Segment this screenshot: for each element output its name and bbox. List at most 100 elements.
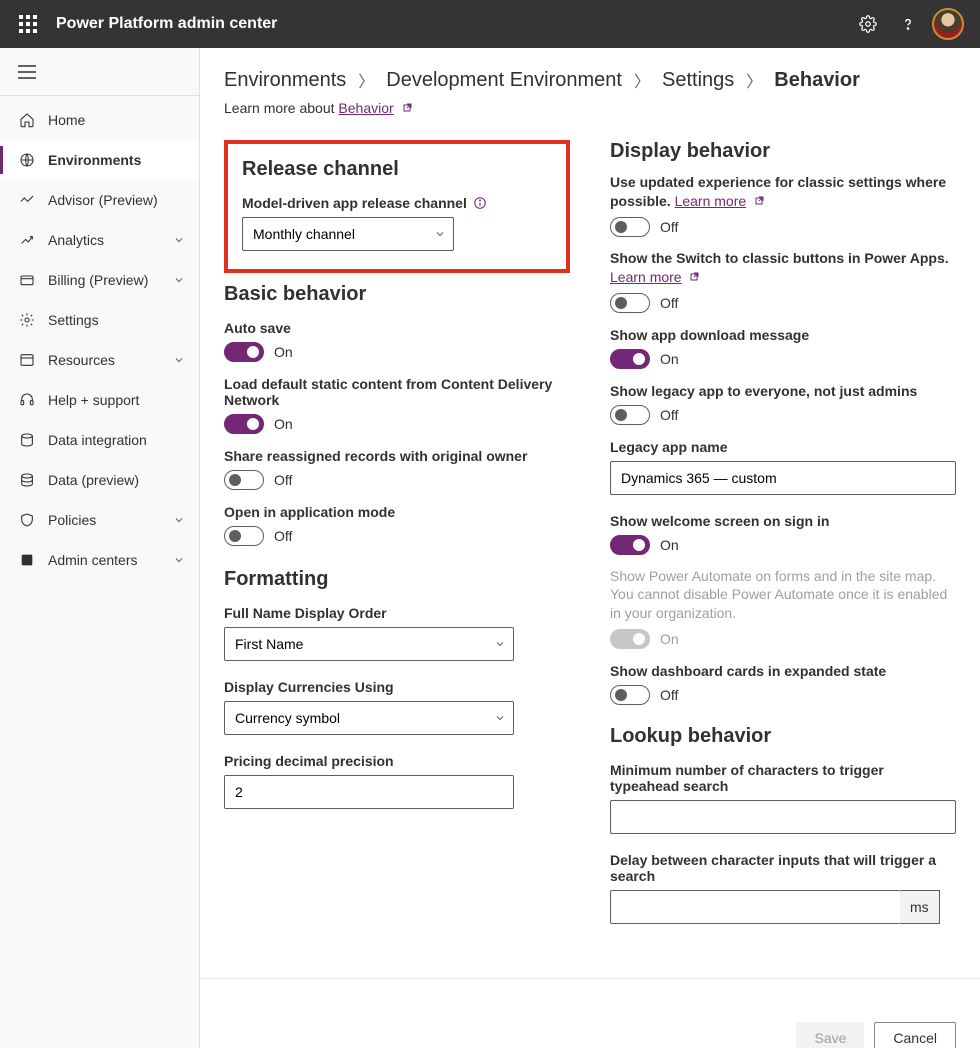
settings-button[interactable]: [848, 0, 888, 48]
share-reassigned-label: Share reassigned records with original o…: [224, 448, 570, 464]
section-heading-release: Release channel: [242, 158, 552, 181]
app-mode-label: Open in application mode: [224, 504, 570, 520]
chevron-right-icon: 〉: [634, 68, 650, 92]
sidebar-item-billing[interactable]: Billing (Preview): [0, 260, 199, 300]
toggle-state: On: [660, 631, 679, 647]
command-bar: Save Cancel: [200, 978, 980, 1048]
sidebar-item-policies[interactable]: Policies: [0, 500, 199, 540]
top-bar: Power Platform admin center: [0, 0, 980, 48]
nav-label: Data (preview): [48, 472, 139, 488]
legacy-everyone-label: Show legacy app to everyone, not just ad…: [610, 383, 956, 399]
precision-label: Pricing decimal precision: [224, 753, 570, 769]
legacy-everyone-toggle[interactable]: [610, 405, 650, 425]
breadcrumb: Environments 〉 Development Environment 〉…: [224, 68, 956, 92]
legacy-name-input[interactable]: [610, 461, 956, 495]
breadcrumb-item[interactable]: Environments: [224, 69, 346, 92]
toggle-state: On: [660, 537, 679, 553]
data-icon: [19, 472, 35, 488]
save-button[interactable]: Save: [796, 1022, 864, 1048]
release-channel-callout: Release channel Model-driven app release…: [224, 140, 570, 273]
download-msg-toggle[interactable]: [610, 349, 650, 369]
sidebar-item-admin-centers[interactable]: Admin centers: [0, 540, 199, 580]
auto-save-toggle[interactable]: [224, 342, 264, 362]
resources-icon: [19, 352, 35, 368]
user-avatar[interactable]: [932, 8, 964, 40]
toggle-state: Off: [274, 472, 292, 488]
chevron-right-icon: 〉: [358, 68, 374, 92]
power-automate-toggle: [610, 629, 650, 649]
nav-label: Policies: [48, 512, 96, 528]
chevron-down-icon: [173, 554, 185, 566]
sidebar-item-settings[interactable]: Settings: [0, 300, 199, 340]
toggle-state: On: [274, 416, 293, 432]
currency-select[interactable]: Currency symbol: [224, 701, 514, 735]
delay-label: Delay between character inputs that will…: [610, 852, 956, 884]
policies-icon: [19, 512, 35, 528]
help-button[interactable]: [888, 0, 928, 48]
sidebar-item-analytics[interactable]: Analytics: [0, 220, 199, 260]
chevron-down-icon: [173, 234, 185, 246]
section-heading-basic: Basic behavior: [224, 283, 570, 306]
external-link-icon: [754, 196, 766, 208]
switch-classic-toggle[interactable]: [610, 293, 650, 313]
chevron-down-icon: [173, 274, 185, 286]
analytics-icon: [19, 232, 35, 248]
learn-more-link[interactable]: Learn more: [610, 269, 682, 285]
learn-more-link[interactable]: Learn more: [675, 193, 747, 209]
environments-icon: [19, 152, 35, 168]
nav-label: Billing (Preview): [48, 272, 148, 288]
app-launcher-button[interactable]: [8, 0, 48, 48]
nav-label: Admin centers: [48, 552, 137, 568]
updated-exp-toggle[interactable]: [610, 217, 650, 237]
sidebar-item-data-integration[interactable]: Data integration: [0, 420, 199, 460]
sidebar-item-resources[interactable]: Resources: [0, 340, 199, 380]
chevron-right-icon: 〉: [746, 68, 762, 92]
app-mode-toggle[interactable]: [224, 526, 264, 546]
sidebar-item-help[interactable]: Help + support: [0, 380, 199, 420]
breadcrumb-item[interactable]: Development Environment: [386, 69, 622, 92]
delay-input[interactable]: [610, 890, 900, 924]
sidebar-item-advisor[interactable]: Advisor (Preview): [0, 180, 199, 220]
release-channel-select[interactable]: Monthly channel: [242, 217, 454, 251]
share-reassigned-toggle[interactable]: [224, 470, 264, 490]
auto-save-label: Auto save: [224, 320, 570, 336]
learn-more-link[interactable]: Behavior: [338, 100, 393, 116]
app-title: Power Platform admin center: [56, 15, 277, 33]
home-icon: [19, 112, 35, 128]
min-chars-input[interactable]: [610, 800, 956, 834]
dashboard-cards-label: Show dashboard cards in expanded state: [610, 663, 956, 679]
cancel-button[interactable]: Cancel: [874, 1022, 956, 1048]
name-order-select[interactable]: First Name: [224, 627, 514, 661]
external-link-icon: [689, 272, 701, 284]
chevron-down-icon: [173, 514, 185, 526]
sidebar-toggle[interactable]: [0, 48, 199, 96]
sidebar-item-home[interactable]: Home: [0, 100, 199, 140]
toggle-state: On: [274, 344, 293, 360]
release-channel-label: Model-driven app release channel: [242, 195, 467, 211]
nav-label: Home: [48, 112, 85, 128]
switch-classic-text: Show the Switch to classic buttons in Po…: [610, 249, 956, 287]
help-icon: [899, 15, 917, 33]
info-icon[interactable]: [473, 196, 487, 210]
nav-label: Resources: [48, 352, 115, 368]
section-heading-formatting: Formatting: [224, 568, 570, 591]
min-chars-label: Minimum number of characters to trigger …: [610, 762, 956, 794]
data-integration-icon: [19, 432, 35, 448]
cdn-toggle[interactable]: [224, 414, 264, 434]
nav-label: Help + support: [48, 392, 139, 408]
welcome-label: Show welcome screen on sign in: [610, 513, 956, 529]
delay-suffix: ms: [900, 890, 940, 924]
nav-label: Data integration: [48, 432, 147, 448]
welcome-toggle[interactable]: [610, 535, 650, 555]
sidebar-item-data-preview[interactable]: Data (preview): [0, 460, 199, 500]
precision-input[interactable]: [224, 775, 514, 809]
nav-label: Analytics: [48, 232, 104, 248]
dashboard-cards-toggle[interactable]: [610, 685, 650, 705]
download-msg-label: Show app download message: [610, 327, 956, 343]
updated-exp-text: Use updated experience for classic setti…: [610, 173, 956, 211]
breadcrumb-item[interactable]: Settings: [662, 69, 734, 92]
sidebar-item-environments[interactable]: Environments: [0, 140, 199, 180]
toggle-state: Off: [660, 295, 678, 311]
section-heading-lookup: Lookup behavior: [610, 725, 956, 748]
chevron-down-icon: [173, 354, 185, 366]
